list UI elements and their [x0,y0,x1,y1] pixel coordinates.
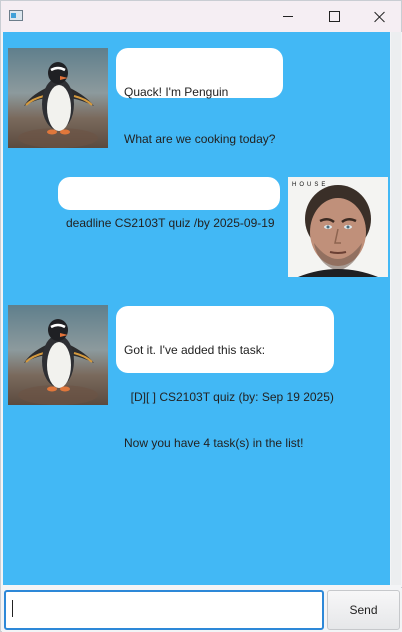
chat-scroll-pane[interactable]: Quack! I'm Penguin What are we cooking t… [2,32,402,587]
penguin-avatar [8,305,108,405]
message-line: Got it. I've added this task: [124,343,266,357]
title-bar[interactable] [1,1,401,32]
message-input[interactable] [4,590,324,630]
close-icon [374,11,386,23]
dialog-container: Quack! I'm Penguin What are we cooking t… [3,32,390,585]
user-avatar: HOUSE [288,177,388,277]
close-button[interactable] [357,1,402,32]
input-bar: Send [2,588,402,632]
message-line: Quack! I'm Penguin [124,85,229,99]
penguin-avatar [8,48,108,148]
bot-message-bubble: Got it. I've added this task: [D][ ] CS2… [116,306,334,450]
avatar-caption: HOUSE [292,182,328,188]
vertical-scrollbar[interactable] [391,32,401,585]
bot-message-bubble: Quack! I'm Penguin What are we cooking t… [116,48,283,146]
maximize-icon [328,11,340,22]
message-line: [D][ ] CS2103T quiz (by: Sep 19 2025) [124,389,334,404]
minimize-icon [283,16,293,17]
text-cursor [12,600,13,617]
user-message-bubble: deadline CS2103T quiz /by 2025-09-19 [58,177,280,230]
minimize-button[interactable] [265,1,311,32]
maximize-button[interactable] [311,1,357,32]
send-button[interactable]: Send [327,590,400,630]
app-window: Quack! I'm Penguin What are we cooking t… [0,0,402,632]
message-line: deadline CS2103T quiz /by 2025-09-19 [66,216,275,230]
message-line: What are we cooking today? [124,131,276,146]
app-window-icon [9,10,23,21]
message-line: Now you have 4 task(s) in the list! [124,436,304,450]
